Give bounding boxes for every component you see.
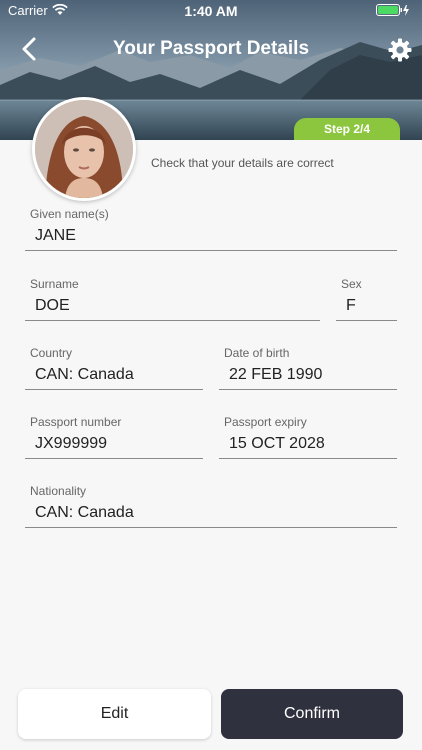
passport-number-label: Passport number <box>30 415 122 429</box>
passport-number-field[interactable]: Passport number JX999999 <box>25 415 203 459</box>
given-name-value[interactable]: JANE <box>25 225 397 251</box>
passport-number-value[interactable]: JX999999 <box>25 433 203 459</box>
given-name-field[interactable]: Given name(s) JANE <box>25 207 397 251</box>
page-title: Your Passport Details <box>112 38 310 59</box>
country-value[interactable]: CAN: Canada <box>25 364 203 390</box>
sex-label: Sex <box>341 277 362 291</box>
passport-expiry-label: Passport expiry <box>224 415 307 429</box>
date-of-birth-value[interactable]: 22 FEB 1990 <box>219 364 397 390</box>
surname-field[interactable]: Surname DOE <box>25 277 320 321</box>
edit-button[interactable]: Edit <box>18 689 211 739</box>
passport-photo-image <box>35 100 133 198</box>
instructions-text: Check that your details are correct <box>151 156 334 170</box>
country-label: Country <box>30 346 73 360</box>
sex-field[interactable]: Sex F <box>336 277 397 321</box>
given-name-label: Given name(s) <box>30 207 109 221</box>
country-field[interactable]: Country CAN: Canada <box>25 346 203 390</box>
status-bar: Carrier 1:40 AM <box>0 0 422 22</box>
surname-label: Surname <box>30 277 79 291</box>
nationality-label: Nationality <box>30 484 87 498</box>
status-time: 1:40 AM <box>184 3 238 19</box>
avatar <box>32 97 136 201</box>
passport-expiry-field[interactable]: Passport expiry 15 OCT 2028 <box>219 415 397 459</box>
nationality-field[interactable]: Nationality CAN: Canada <box>25 484 397 528</box>
confirm-button[interactable]: Confirm <box>221 689 403 739</box>
passport-expiry-value[interactable]: 15 OCT 2028 <box>219 433 397 459</box>
date-of-birth-label: Date of birth <box>224 346 290 360</box>
surname-value[interactable]: DOE <box>25 295 320 321</box>
step-indicator-badge: Step 2/4 <box>294 118 400 140</box>
date-of-birth-field[interactable]: Date of birth 22 FEB 1990 <box>219 346 397 390</box>
sex-value[interactable]: F <box>336 295 397 321</box>
nationality-value[interactable]: CAN: Canada <box>25 502 397 528</box>
battery-icon <box>376 4 409 16</box>
gear-icon[interactable] <box>388 38 412 62</box>
